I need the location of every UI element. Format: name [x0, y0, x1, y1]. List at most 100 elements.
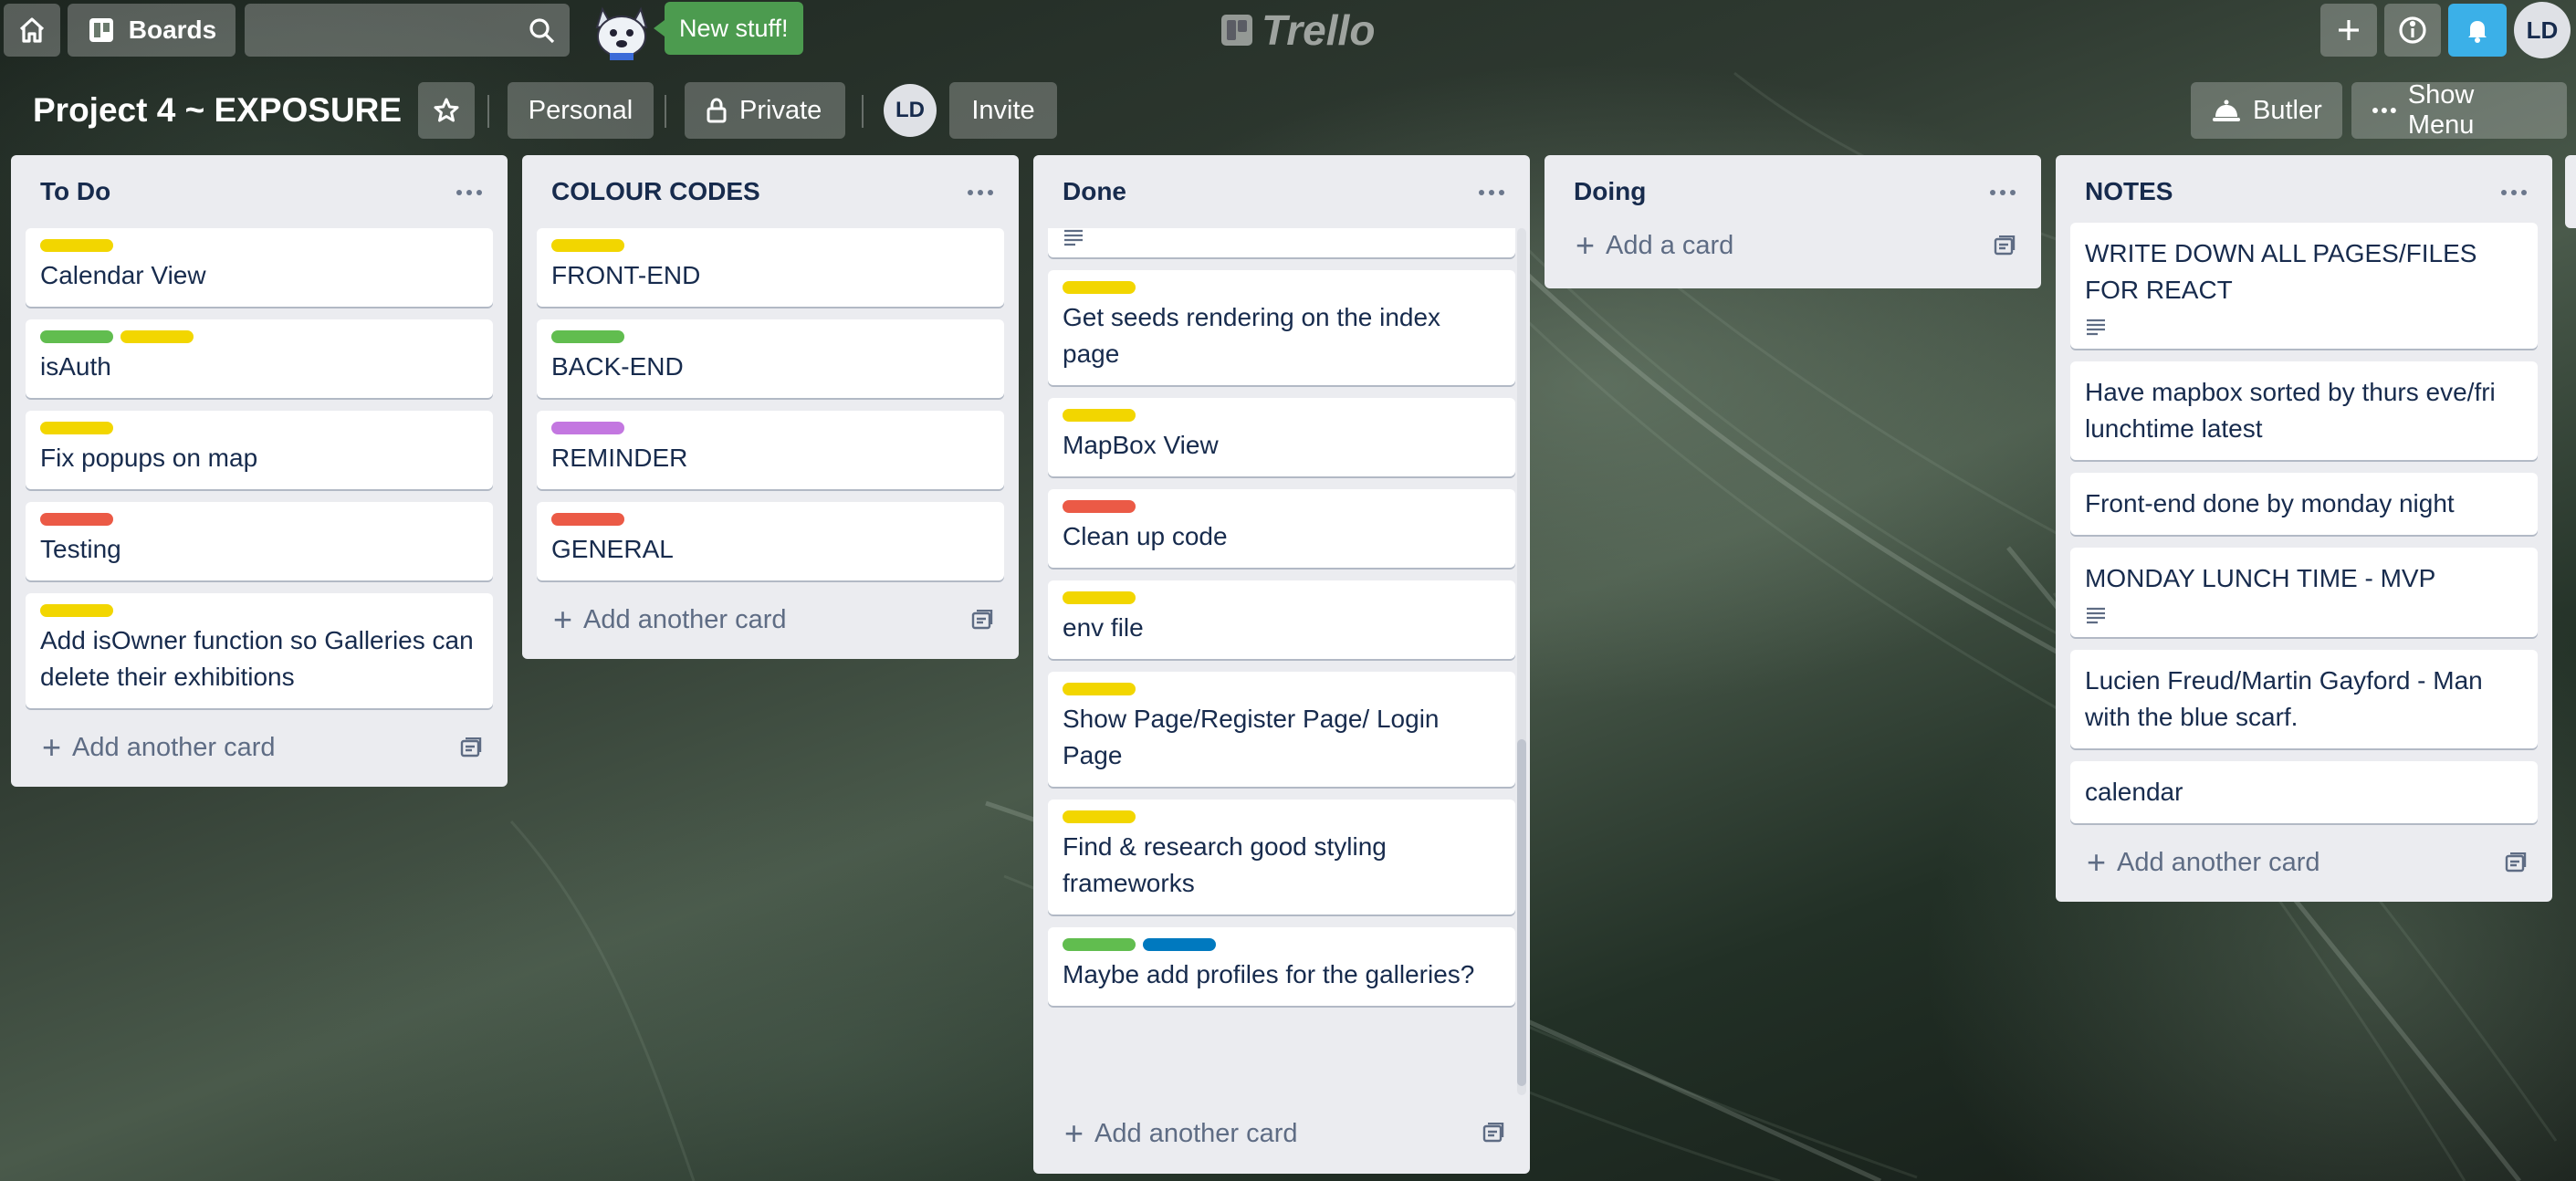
add-card-label: Add another card: [72, 732, 276, 762]
invite-button[interactable]: Invite: [949, 82, 1057, 139]
list-menu-button[interactable]: [1984, 177, 2021, 208]
lock-icon: [707, 98, 727, 123]
card-title: GENERAL: [551, 535, 674, 563]
list-header[interactable]: NOTES: [2056, 155, 2552, 228]
create-button[interactable]: [2320, 4, 2377, 57]
card-template-icon[interactable]: [1482, 1123, 1504, 1143]
plus-icon: +: [42, 728, 62, 766]
workspace-button[interactable]: Personal: [508, 82, 654, 139]
info-icon: [2399, 16, 2426, 44]
list-menu-button[interactable]: [962, 177, 999, 208]
show-menu-button[interactable]: Show Menu: [2351, 80, 2567, 140]
member-avatar[interactable]: LD: [884, 84, 937, 137]
card[interactable]: isAuth: [26, 319, 493, 398]
new-stuff-button[interactable]: New stuff!: [654, 2, 803, 55]
list-header[interactable]: Doing: [1545, 155, 2041, 228]
show-menu-label: Show Menu: [2407, 80, 2475, 140]
more-horizontal-icon: [2372, 108, 2396, 113]
card[interactable]: Calendar View: [26, 228, 493, 307]
card[interactable]: REMINDER: [537, 411, 1004, 489]
butler-bell-icon: [2213, 99, 2240, 121]
more-icon: [968, 190, 973, 195]
card-title: MONDAY LUNCH TIME - MVP: [2085, 564, 2436, 592]
add-card-label: Add another card: [583, 604, 787, 634]
label-green: [40, 330, 113, 343]
list-scrollbar-thumb[interactable]: [1517, 739, 1526, 1086]
search-input[interactable]: [245, 4, 570, 57]
user-initials: LD: [2526, 16, 2559, 44]
card[interactable]: Front-end done by monday night: [2070, 473, 2538, 535]
card[interactable]: Lucien Freud/Martin Gayford - Man with t…: [2070, 650, 2538, 748]
card-template-icon[interactable]: [1994, 235, 2016, 256]
label-yellow: [1063, 683, 1136, 695]
card-title: Fix popups on map: [40, 444, 258, 472]
card[interactable]: Show Page/Register Page/ Login Page: [1048, 672, 1515, 787]
card[interactable]: MONDAY LUNCH TIME - MVP: [2070, 548, 2538, 637]
user-avatar[interactable]: LD: [2514, 2, 2571, 58]
card[interactable]: Clean up code: [1048, 489, 1515, 568]
more-icon: [1990, 190, 1995, 195]
add-card-button[interactable]: + Add another card: [2056, 836, 2552, 889]
card[interactable]: Fix popups on map: [26, 411, 493, 489]
list-colour-codes: COLOUR CODES FRONT-END BACK-END REMINDER…: [522, 155, 1019, 659]
list-header[interactable]: COLOUR CODES: [522, 155, 1019, 228]
info-button[interactable]: [2384, 4, 2441, 57]
card[interactable]: env file: [1048, 580, 1515, 659]
list-title: Done: [1063, 177, 1126, 205]
header-divider: [862, 95, 864, 128]
list-header[interactable]: To Do: [11, 155, 508, 228]
card[interactable]: Get seeds rendering on the index page: [1048, 270, 1515, 385]
list-notes: NOTES WRITE DOWN ALL PAGES/FILES FOR REA…: [2056, 155, 2552, 902]
add-card-button[interactable]: + Add another card: [1033, 1101, 1530, 1166]
more-icon: [456, 190, 462, 195]
list-title: Doing: [1574, 177, 1647, 205]
notifications-button[interactable]: [2448, 4, 2507, 57]
plus-icon: +: [1064, 1114, 1084, 1152]
star-board-button[interactable]: [418, 82, 475, 139]
add-card-button[interactable]: + Add another card: [522, 593, 1019, 646]
card-title: calendar: [2085, 778, 2183, 806]
card-template-icon[interactable]: [2505, 852, 2527, 873]
boards-label: Boards: [128, 16, 217, 44]
label-yellow: [1063, 409, 1136, 422]
butler-button[interactable]: Butler: [2191, 82, 2342, 139]
card[interactable]: Find & research good styling frameworks: [1048, 800, 1515, 914]
list-menu-button[interactable]: [451, 177, 487, 208]
more-icon: [2501, 190, 2507, 195]
trello-logo-icon: [1221, 15, 1252, 46]
trello-logo[interactable]: Trello: [1221, 5, 1375, 55]
card[interactable]: MapBox View: [1048, 398, 1515, 476]
card[interactable]: GENERAL: [537, 502, 1004, 580]
trello-logo-text: Trello: [1262, 6, 1376, 54]
home-button[interactable]: [4, 4, 60, 57]
card[interactable]: Testing: [26, 502, 493, 580]
board-title-text: Project 4 ~ EXPOSURE: [33, 91, 403, 129]
list-header[interactable]: Done: [1033, 155, 1530, 228]
card-title: Find & research good styling frameworks: [1063, 832, 1387, 897]
card[interactable]: Add isOwner function so Galleries can de…: [26, 593, 493, 708]
member-initials: LD: [895, 98, 925, 122]
card[interactable]: BACK-END: [537, 319, 1004, 398]
card[interactable]: WRITE DOWN ALL PAGES/FILES FOR REACT: [2070, 223, 2538, 349]
card[interactable]: [1048, 228, 1515, 257]
list-title: COLOUR CODES: [551, 177, 760, 205]
card-title: isAuth: [40, 352, 111, 381]
bell-icon: [2468, 21, 2487, 43]
list-menu-button[interactable]: [1473, 177, 1510, 208]
card[interactable]: Maybe add profiles for the galleries?: [1048, 927, 1515, 1006]
list-menu-button[interactable]: [2496, 177, 2532, 208]
card-template-icon[interactable]: [971, 610, 993, 630]
card-title: WRITE DOWN ALL PAGES/FILES FOR REACT: [2085, 239, 2477, 304]
card[interactable]: calendar: [2070, 761, 2538, 823]
boards-button[interactable]: Boards: [68, 4, 236, 57]
card[interactable]: FRONT-END: [537, 228, 1004, 307]
board-title[interactable]: Project 4 ~ EXPOSURE: [18, 84, 416, 137]
add-card-button[interactable]: + Add a card: [1545, 219, 2041, 272]
taco-mascot-icon: [595, 6, 648, 60]
visibility-button[interactable]: Private: [685, 82, 845, 139]
add-card-button[interactable]: + Add another card: [11, 721, 508, 774]
card-template-icon[interactable]: [460, 737, 482, 758]
list-scroll-area[interactable]: Get seeds rendering on the index page Ma…: [1033, 228, 1530, 1101]
card[interactable]: Have mapbox sorted by thurs eve/fri lunc…: [2070, 361, 2538, 460]
label-green: [551, 330, 624, 343]
